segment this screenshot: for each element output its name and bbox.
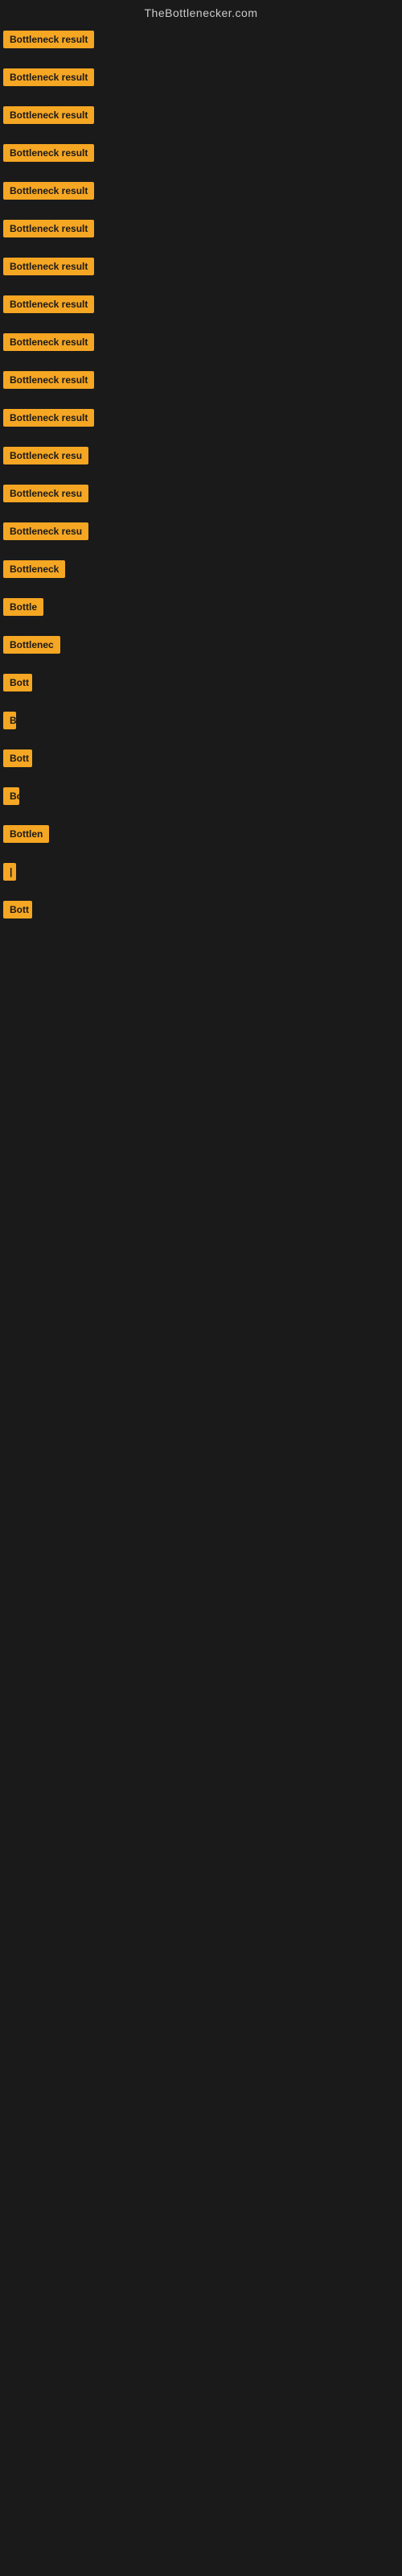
bottleneck-row: B (0, 704, 402, 741)
bottleneck-badge[interactable]: Bottleneck result (3, 68, 94, 86)
bottleneck-row: Bott (0, 893, 402, 931)
site-title-text: TheBottlenecker.com (144, 6, 257, 19)
bottleneck-row: Bottleneck resu (0, 439, 402, 477)
bottleneck-row: Bo (0, 779, 402, 817)
bottleneck-row: Bott (0, 741, 402, 779)
bottleneck-badge[interactable]: Bottleneck resu (3, 522, 88, 540)
bottleneck-badge[interactable]: Bottleneck result (3, 106, 94, 124)
bottleneck-badge[interactable]: Bott (3, 749, 32, 767)
bottleneck-row: Bottleneck result (0, 363, 402, 401)
bottleneck-row: Bottleneck result (0, 60, 402, 98)
bottleneck-badge[interactable]: Bottleneck resu (3, 485, 88, 502)
bottleneck-badge[interactable]: Bottlen (3, 825, 49, 843)
bottleneck-row: Bottleneck result (0, 250, 402, 287)
bottleneck-row: Bottleneck resu (0, 514, 402, 552)
bottleneck-badge[interactable]: Bottleneck result (3, 220, 94, 237)
bottleneck-badge[interactable]: Bottleneck result (3, 295, 94, 313)
bottleneck-badge[interactable]: Bottleneck result (3, 31, 94, 48)
bottleneck-badge[interactable]: Bo (3, 787, 19, 805)
bottleneck-row: Bottlenec (0, 628, 402, 666)
bottleneck-badge[interactable]: Bottleneck resu (3, 447, 88, 464)
bottleneck-badge[interactable]: Bottlenec (3, 636, 60, 654)
bottleneck-list: Bottleneck result Bottleneck result Bottle… (0, 23, 402, 931)
bottleneck-row: Bottleneck resu (0, 477, 402, 514)
bottleneck-badge[interactable]: | (3, 863, 16, 881)
bottleneck-row: Bottleneck result (0, 325, 402, 363)
bottleneck-badge[interactable]: Bott (3, 901, 32, 919)
bottleneck-row: Bottleneck (0, 552, 402, 590)
bottleneck-row: Bott (0, 666, 402, 704)
bottleneck-badge[interactable]: Bottleneck (3, 560, 65, 578)
bottleneck-badge[interactable]: Bottle (3, 598, 43, 616)
bottleneck-row: Bottleneck result (0, 174, 402, 212)
bottleneck-row: Bottleneck result (0, 287, 402, 325)
bottleneck-badge[interactable]: Bottleneck result (3, 371, 94, 389)
bottleneck-badge[interactable]: Bottleneck result (3, 333, 94, 351)
site-title: TheBottlenecker.com (0, 0, 402, 23)
bottleneck-badge[interactable]: Bottleneck result (3, 409, 94, 427)
bottleneck-row: Bottleneck result (0, 212, 402, 250)
bottleneck-row: Bottleneck result (0, 401, 402, 439)
bottleneck-row: Bottleneck result (0, 136, 402, 174)
bottleneck-row: Bottleneck result (0, 23, 402, 60)
bottleneck-row: Bottleneck result (0, 98, 402, 136)
bottleneck-badge[interactable]: Bottleneck result (3, 144, 94, 162)
bottleneck-badge[interactable]: Bott (3, 674, 32, 691)
bottleneck-badge[interactable]: Bottleneck result (3, 182, 94, 200)
bottleneck-row: Bottlen (0, 817, 402, 855)
bottleneck-row: | (0, 855, 402, 893)
bottleneck-badge[interactable]: B (3, 712, 16, 729)
bottleneck-row: Bottle (0, 590, 402, 628)
bottleneck-badge[interactable]: Bottleneck result (3, 258, 94, 275)
